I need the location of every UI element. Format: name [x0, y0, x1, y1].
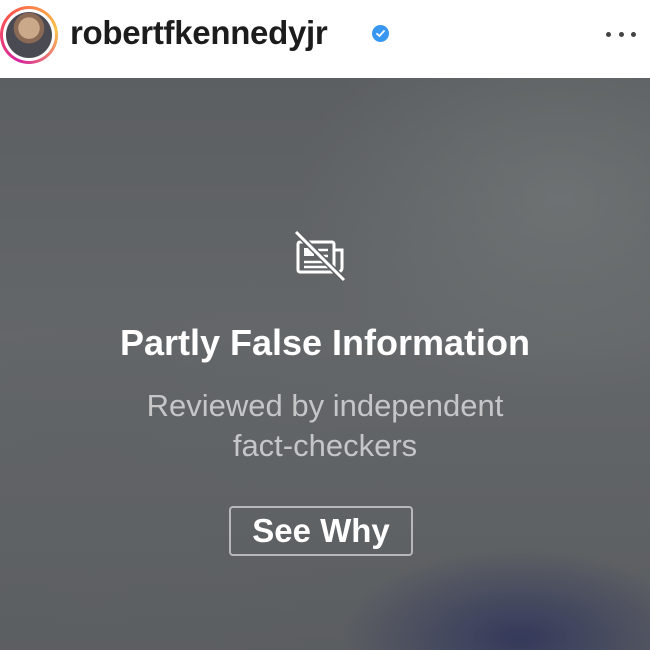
more-dot	[606, 31, 611, 37]
avatar[interactable]	[0, 6, 58, 64]
see-why-button[interactable]: See Why	[229, 506, 413, 556]
warning-subtitle: Reviewed by independent fact-checkers	[0, 386, 650, 466]
verified-badge-icon	[372, 25, 389, 42]
false-information-cover[interactable]: Partly False Information Reviewed by ind…	[0, 78, 650, 650]
warning-title: Partly False Information	[119, 322, 531, 363]
warning-subtitle-line: Reviewed by independent	[146, 388, 504, 423]
more-dot	[618, 31, 624, 37]
warning-subtitle-line: fact-checkers	[232, 428, 418, 463]
more-options-icon[interactable]	[606, 24, 636, 44]
username-link[interactable]: robertfkennedyjr	[70, 14, 328, 52]
avatar-photo	[6, 12, 52, 58]
news-off-icon	[293, 229, 347, 283]
more-dot	[631, 31, 636, 37]
post-header: robertfkennedyjr	[0, 0, 650, 78]
avatar-ring	[3, 9, 55, 61]
